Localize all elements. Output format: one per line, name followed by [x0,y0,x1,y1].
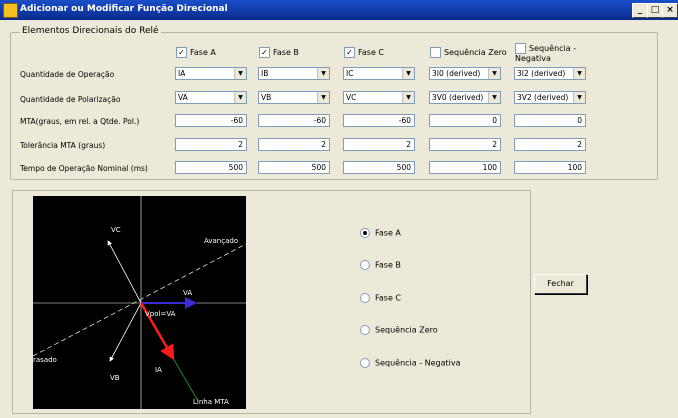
col-fase-a[interactable]: ✓ Fase A [176,47,216,58]
radio-fase-a[interactable]: Fase A [360,228,401,238]
chevron-down-icon[interactable]: ▼ [488,68,500,79]
chevron-down-icon[interactable]: ▼ [488,92,500,103]
checkbox-fase-b[interactable]: ✓ [259,47,270,58]
group-title: Elementos Direcionais do Relé [20,26,161,36]
label-vpol: Vpol=VA [145,310,176,318]
radio-dot[interactable] [360,293,370,303]
select-value: VA [178,93,188,102]
radio-label: Fase C [375,293,401,303]
input-tol-c[interactable]: 2 [343,138,415,151]
input-tempo-a[interactable]: 500 [175,161,247,174]
title-bar: Adicionar ou Modificar Função Direcional… [0,0,678,20]
radio-dot[interactable] [360,358,370,368]
chevron-down-icon[interactable]: ▼ [317,92,329,103]
chevron-down-icon[interactable]: ▼ [402,92,414,103]
input-mta-neg[interactable]: 0 [514,114,586,127]
input-tol-b[interactable]: 2 [258,138,330,151]
select-value: 3V2 (derived) [517,93,569,102]
vc-phasor [107,240,142,304]
col-fase-c-label: Fase C [358,48,384,57]
chevron-down-icon[interactable]: ▼ [573,68,585,79]
label-avancado: Avançado [204,237,238,245]
fechar-button[interactable]: Fechar [534,274,587,294]
select-value: VB [261,93,272,102]
input-tol-zero[interactable]: 2 [429,138,501,151]
row-label-mta: MTA(graus, em rel. a Qtde. Pol.) [20,117,140,126]
select-polarizacao-c[interactable]: VC ▼ [343,91,415,104]
col-seq-zero[interactable]: Sequência Zero [430,47,507,58]
window-title: Adicionar ou Modificar Função Direcional [20,4,228,14]
checkbox-fase-a[interactable]: ✓ [176,47,187,58]
input-mta-c[interactable]: -60 [343,114,415,127]
radio-label: Fase A [375,228,401,238]
select-operacao-zero[interactable]: 3I0 (derived) ▼ [429,67,501,80]
row-label-polarizacao: Quantidade de Polarização [20,95,121,104]
radio-dot[interactable] [360,325,370,335]
chevron-down-icon[interactable]: ▼ [317,68,329,79]
input-tol-a[interactable]: 2 [175,138,247,151]
close-button[interactable]: × [662,3,678,18]
phasor-diagram: VC VA Vpol=VA VB IA Avançado rasado Linh… [32,196,247,409]
select-value: 3I0 (derived) [432,69,481,78]
input-tol-neg[interactable]: 2 [514,138,586,151]
select-polarizacao-b[interactable]: VB ▼ [258,91,330,104]
radio-dot[interactable] [360,228,370,238]
label-vc: VC [111,226,121,234]
select-operacao-neg[interactable]: 3I2 (derived) ▼ [514,67,586,80]
select-polarizacao-a[interactable]: VA ▼ [175,91,247,104]
chevron-down-icon[interactable]: ▼ [234,68,246,79]
select-value: IC [346,69,354,78]
minimize-button[interactable]: _ [632,3,648,18]
input-tempo-neg[interactable]: 100 [514,161,586,174]
col-fase-b[interactable]: ✓ Fase B [259,47,299,58]
select-operacao-b[interactable]: IB ▼ [258,67,330,80]
radio-seq-zero[interactable]: Sequência Zero [360,325,438,335]
col-fase-c[interactable]: ✓ Fase C [344,47,384,58]
maximize-button[interactable]: □ [647,3,663,18]
chevron-down-icon[interactable]: ▼ [234,92,246,103]
col-fase-a-label: Fase A [190,48,216,57]
select-polarizacao-neg[interactable]: 3V2 (derived) ▼ [514,91,586,104]
radio-fase-c[interactable]: Fase C [360,293,401,303]
select-value: VC [346,93,357,102]
radio-fase-b[interactable]: Fase B [360,260,401,270]
chevron-down-icon[interactable]: ▼ [402,68,414,79]
radio-dot[interactable] [360,260,370,270]
radio-label: Fase B [375,260,401,270]
input-tempo-c[interactable]: 500 [343,161,415,174]
chevron-down-icon[interactable]: ▼ [573,92,585,103]
radio-seq-neg[interactable]: Sequência - Negativa [360,358,461,368]
col-seq-neg[interactable]: Sequência - Negativa [515,43,595,64]
select-value: IB [261,69,269,78]
label-va: VA [183,289,192,297]
radio-label: Sequência - Negativa [375,358,461,368]
input-tempo-b[interactable]: 500 [258,161,330,174]
app-icon [3,3,18,18]
row-label-tempo: Tempo de Operação Nominal (ms) [20,164,148,173]
input-tempo-zero[interactable]: 100 [429,161,501,174]
select-operacao-a[interactable]: IA ▼ [175,67,247,80]
col-seq-zero-label: Sequência Zero [444,48,507,57]
checkbox-seq-zero[interactable] [430,47,441,58]
select-polarizacao-zero[interactable]: 3V0 (derived) ▼ [429,91,501,104]
row-label-operacao: Quantidade de Operação [20,70,115,79]
checkbox-fase-c[interactable]: ✓ [344,47,355,58]
input-mta-a[interactable]: -60 [175,114,247,127]
select-value: IA [178,69,186,78]
select-operacao-c[interactable]: IC ▼ [343,67,415,80]
row-label-tolerancia: Tolerância MTA (graus) [20,141,106,150]
input-mta-zero[interactable]: 0 [429,114,501,127]
select-value: 3I2 (derived) [517,69,566,78]
vb-phasor [109,302,142,362]
phasor-svg: VC VA Vpol=VA VB IA Avançado rasado Linh… [32,196,247,409]
radio-label: Sequência Zero [375,325,438,335]
label-vb: VB [110,374,120,382]
label-ia: IA [155,366,162,374]
checkbox-seq-neg[interactable] [515,43,526,54]
label-linha-mta: Linha MTA [193,398,229,406]
col-fase-b-label: Fase B [273,48,299,57]
select-value: 3V0 (derived) [432,93,484,102]
input-mta-b[interactable]: -60 [258,114,330,127]
label-atrasado: rasado [33,356,57,364]
